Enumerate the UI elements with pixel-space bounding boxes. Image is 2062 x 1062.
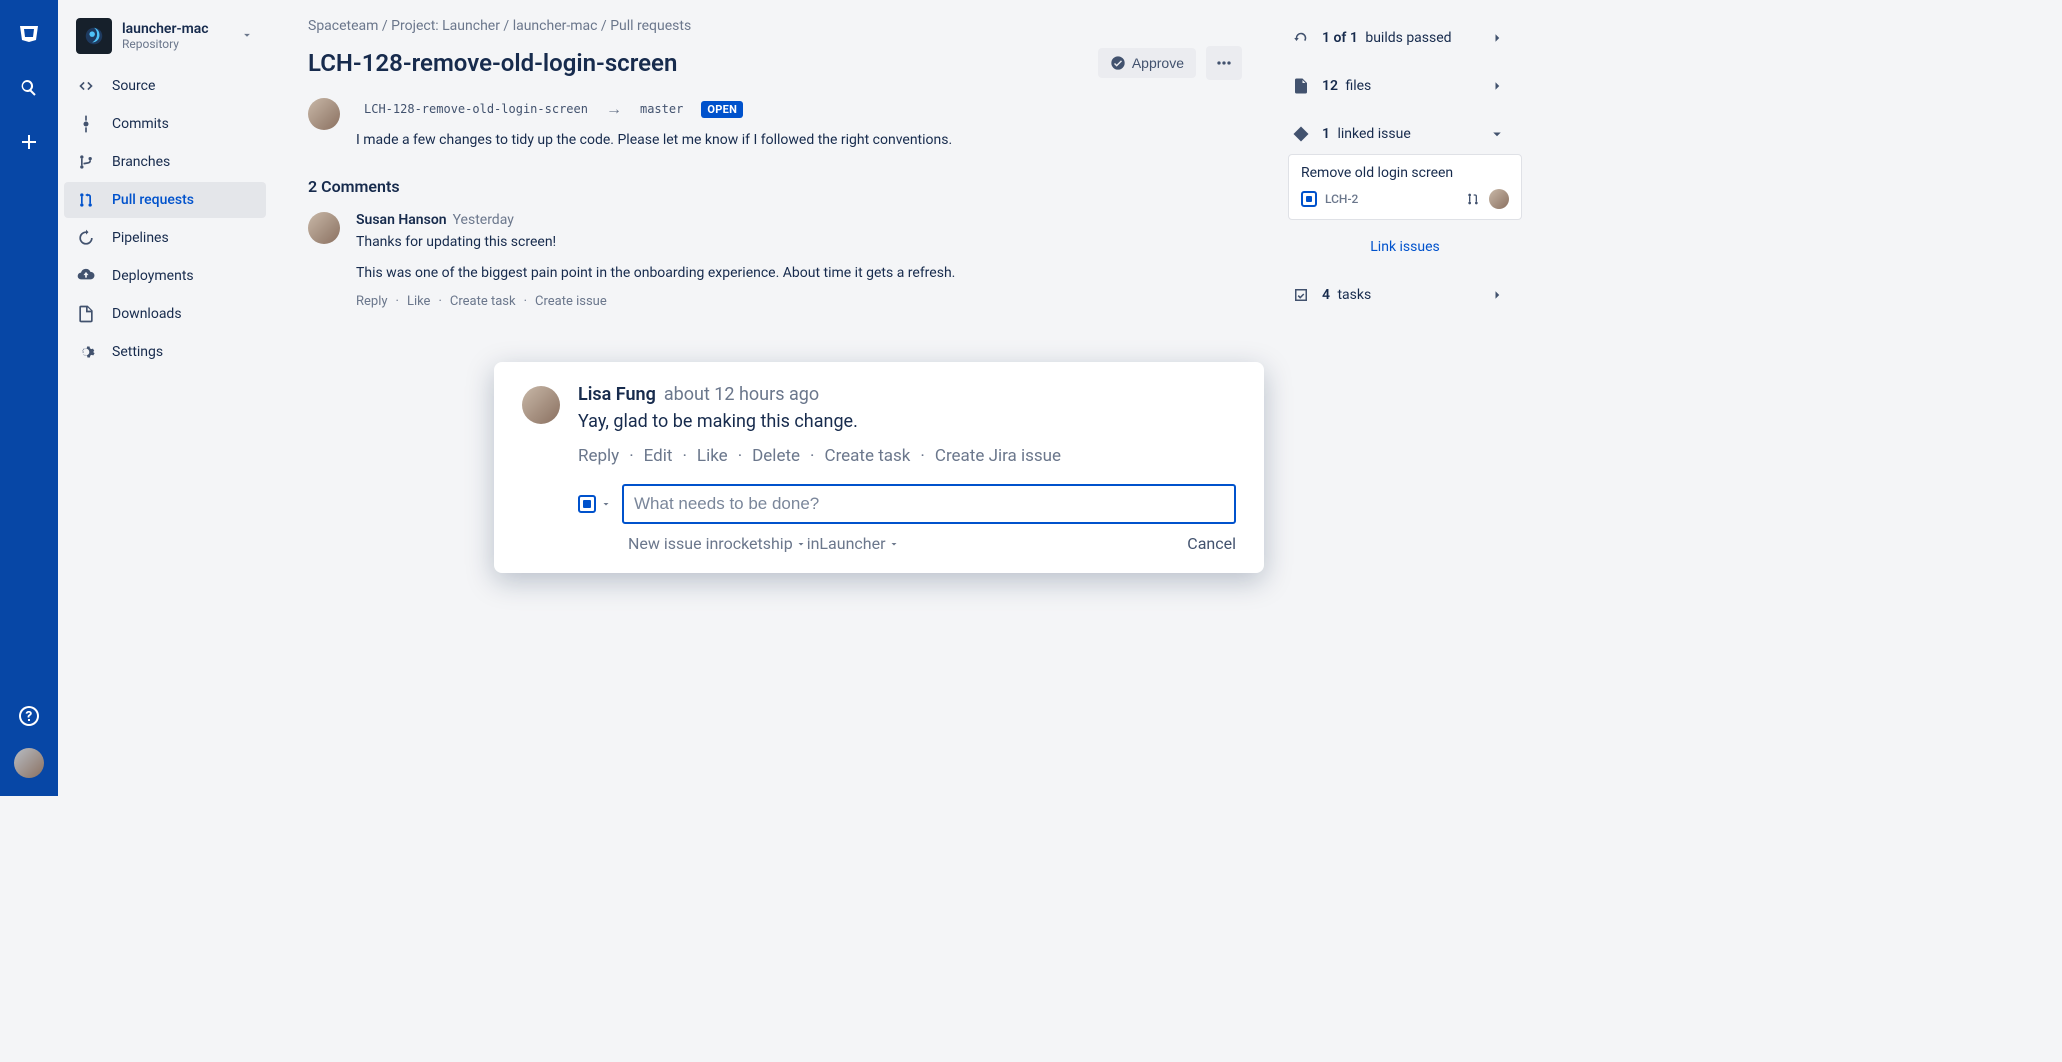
diamond-icon [1292, 125, 1310, 143]
like-link[interactable]: Like [407, 294, 431, 309]
help-icon[interactable] [13, 700, 45, 732]
project-selector[interactable]: Launcher [819, 534, 899, 553]
sidebar-item-pull-requests[interactable]: Pull requests [64, 182, 266, 218]
create-icon[interactable] [13, 126, 45, 158]
comment: Susan Hanson Yesterday Thanks for updatin… [308, 212, 1242, 309]
sidebar-item-label: Deployments [112, 268, 194, 284]
chevron-down-icon [795, 538, 807, 550]
file-icon [1292, 77, 1310, 95]
chevron-down-icon [600, 498, 612, 510]
sidebar-item-label: Commits [112, 116, 169, 132]
sidebar-item-label: Downloads [112, 306, 182, 322]
chevron-down-icon [1488, 125, 1506, 143]
repo-subtitle: Repository [122, 37, 209, 51]
comment-avatar [308, 212, 340, 244]
sidebar-item-label: Settings [112, 344, 163, 360]
repo-sidebar: launcher-mac Repository Source Commits B… [58, 0, 272, 796]
breadcrumb[interactable]: Spaceteam / Project: Launcher / launcher… [308, 18, 1242, 34]
refresh-icon [1292, 29, 1310, 47]
chevron-down-icon [888, 538, 900, 550]
comment-avatar [522, 386, 560, 424]
chevron-down-icon [240, 27, 254, 46]
search-icon[interactable] [13, 72, 45, 104]
more-actions-button[interactable] [1206, 46, 1242, 80]
user-avatar[interactable] [14, 748, 44, 778]
linked-issue-card[interactable]: Remove old login screen LCH-2 [1288, 154, 1522, 220]
create-issue-link[interactable]: Create issue [535, 294, 607, 309]
bitbucket-logo-icon[interactable] [13, 18, 45, 50]
sidebar-item-commits[interactable]: Commits [64, 106, 266, 142]
comment-actions: Reply· Like· Create task· Create issue [356, 294, 1242, 309]
create-jira-issue-link[interactable]: Create Jira issue [935, 446, 1061, 466]
sidebar-item-downloads[interactable]: Downloads [64, 296, 266, 332]
pr-icon [1465, 191, 1481, 207]
checkbox-icon [1292, 286, 1310, 304]
chevron-right-icon [1488, 286, 1506, 304]
sidebar-item-label: Source [112, 78, 155, 94]
pr-title: LCH-128-remove-old-login-screen [308, 49, 677, 77]
create-task-link[interactable]: Create task [450, 294, 516, 309]
delete-link[interactable]: Delete [752, 446, 800, 466]
cancel-button[interactable]: Cancel [1187, 534, 1236, 553]
right-panel: 1 of 1 builds passed 12 files 1 linked i… [1278, 0, 1546, 796]
reply-link[interactable]: Reply [578, 446, 619, 466]
approve-button[interactable]: Approve [1098, 48, 1196, 78]
sidebar-item-settings[interactable]: Settings [64, 334, 266, 370]
global-nav-rail [0, 0, 58, 796]
repo-switcher[interactable]: launcher-mac Repository [64, 14, 266, 68]
comment-author: Susan Hanson [356, 212, 447, 228]
tasks-panel[interactable]: 4 tasks [1278, 275, 1532, 315]
edit-link[interactable]: Edit [644, 446, 673, 466]
repo-selector[interactable]: rocketship [718, 534, 806, 553]
comment-time: about 12 hours ago [664, 384, 819, 405]
main-content: Spaceteam / Project: Launcher / launcher… [272, 0, 1278, 796]
pr-description: I made a few changes to tidy up the code… [356, 130, 952, 151]
sidebar-item-pipelines[interactable]: Pipelines [64, 220, 266, 256]
comment-time: Yesterday [453, 212, 514, 228]
linked-issues-panel[interactable]: 1 linked issue [1278, 114, 1532, 154]
comment-card-active: Lisa Fung about 12 hours ago Yay, glad to… [494, 362, 1264, 573]
sidebar-item-branches[interactable]: Branches [64, 144, 266, 180]
repo-name: launcher-mac [122, 21, 209, 37]
chevron-right-icon [1488, 29, 1506, 47]
reply-link[interactable]: Reply [356, 294, 388, 309]
sidebar-item-source[interactable]: Source [64, 68, 266, 104]
issue-type-icon [578, 495, 596, 513]
author-avatar [308, 98, 340, 130]
arrow-right-icon: → [606, 99, 622, 119]
sidebar-item-label: Pull requests [112, 192, 194, 208]
assignee-avatar [1489, 189, 1509, 209]
files-panel[interactable]: 12 files [1278, 66, 1532, 106]
sidebar-item-label: Pipelines [112, 230, 169, 246]
sidebar-item-deployments[interactable]: Deployments [64, 258, 266, 294]
sidebar-item-label: Branches [112, 154, 170, 170]
comments-heading: 2 Comments [308, 177, 1242, 196]
linked-issue-key: LCH-2 [1325, 192, 1358, 206]
issue-type-icon [1301, 191, 1317, 207]
create-task-link[interactable]: Create task [825, 446, 911, 466]
source-branch[interactable]: LCH-128-remove-old-login-screen [356, 98, 596, 120]
issue-type-selector[interactable] [578, 495, 612, 513]
target-branch[interactable]: master [632, 98, 691, 120]
comment-author: Lisa Fung [578, 384, 656, 405]
linked-issue-title: Remove old login screen [1301, 165, 1509, 181]
status-badge: OPEN [701, 101, 743, 118]
like-link[interactable]: Like [697, 446, 728, 466]
link-issues-button[interactable]: Link issues [1370, 239, 1439, 255]
comment-text: Yay, glad to be making this change. [578, 411, 1236, 432]
builds-panel[interactable]: 1 of 1 builds passed [1278, 18, 1532, 58]
issue-summary-input[interactable] [622, 484, 1236, 524]
repo-icon [76, 18, 112, 54]
comment-text: Thanks for updating this screen! [356, 232, 1056, 253]
chevron-right-icon [1488, 77, 1506, 95]
comment-text: This was one of the biggest pain point i… [356, 263, 1056, 284]
